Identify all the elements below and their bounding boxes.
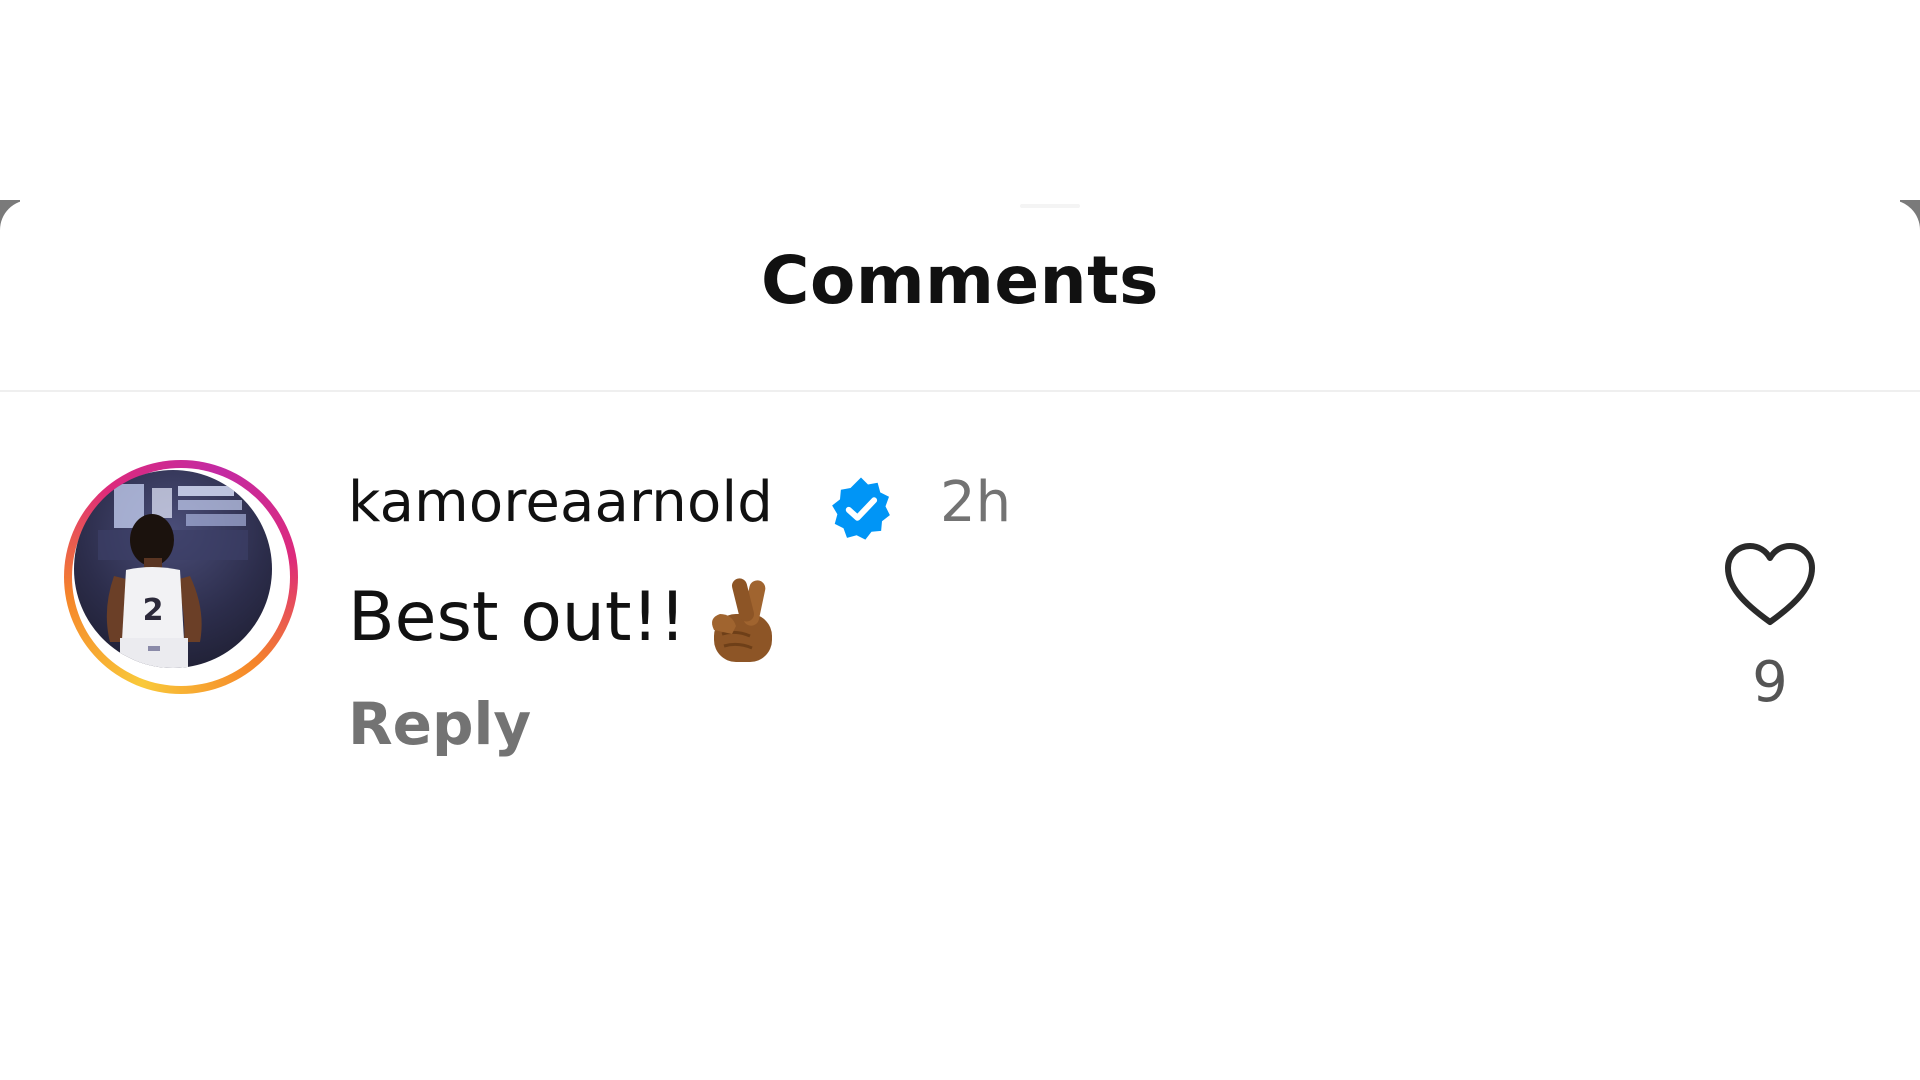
screen: Comments 2 kamoreaarnold 2h Best out!! R… [0, 0, 1920, 1080]
crossed-fingers-icon [706, 574, 786, 670]
svg-text:2: 2 [143, 593, 164, 628]
verified-badge-icon [826, 474, 896, 544]
story-ring[interactable]: 2 [64, 460, 298, 694]
heart-outline-icon[interactable] [1722, 540, 1818, 630]
sheet-title: Comments [761, 242, 1159, 319]
player-number-2-avatar: 2 [98, 484, 248, 668]
comment-username[interactable]: kamoreaarnold [348, 470, 773, 535]
comment-text: Best out!! [348, 578, 687, 657]
reply-button[interactable]: Reply [348, 690, 531, 758]
sheet-header: Comments [0, 200, 1920, 392]
comment-timestamp: 2h [940, 470, 1012, 535]
comment-item: 2 kamoreaarnold 2h Best out!! Reply 9 [0, 450, 1920, 780]
like-count: 9 [1752, 650, 1788, 715]
avatar[interactable]: 2 [74, 470, 272, 668]
